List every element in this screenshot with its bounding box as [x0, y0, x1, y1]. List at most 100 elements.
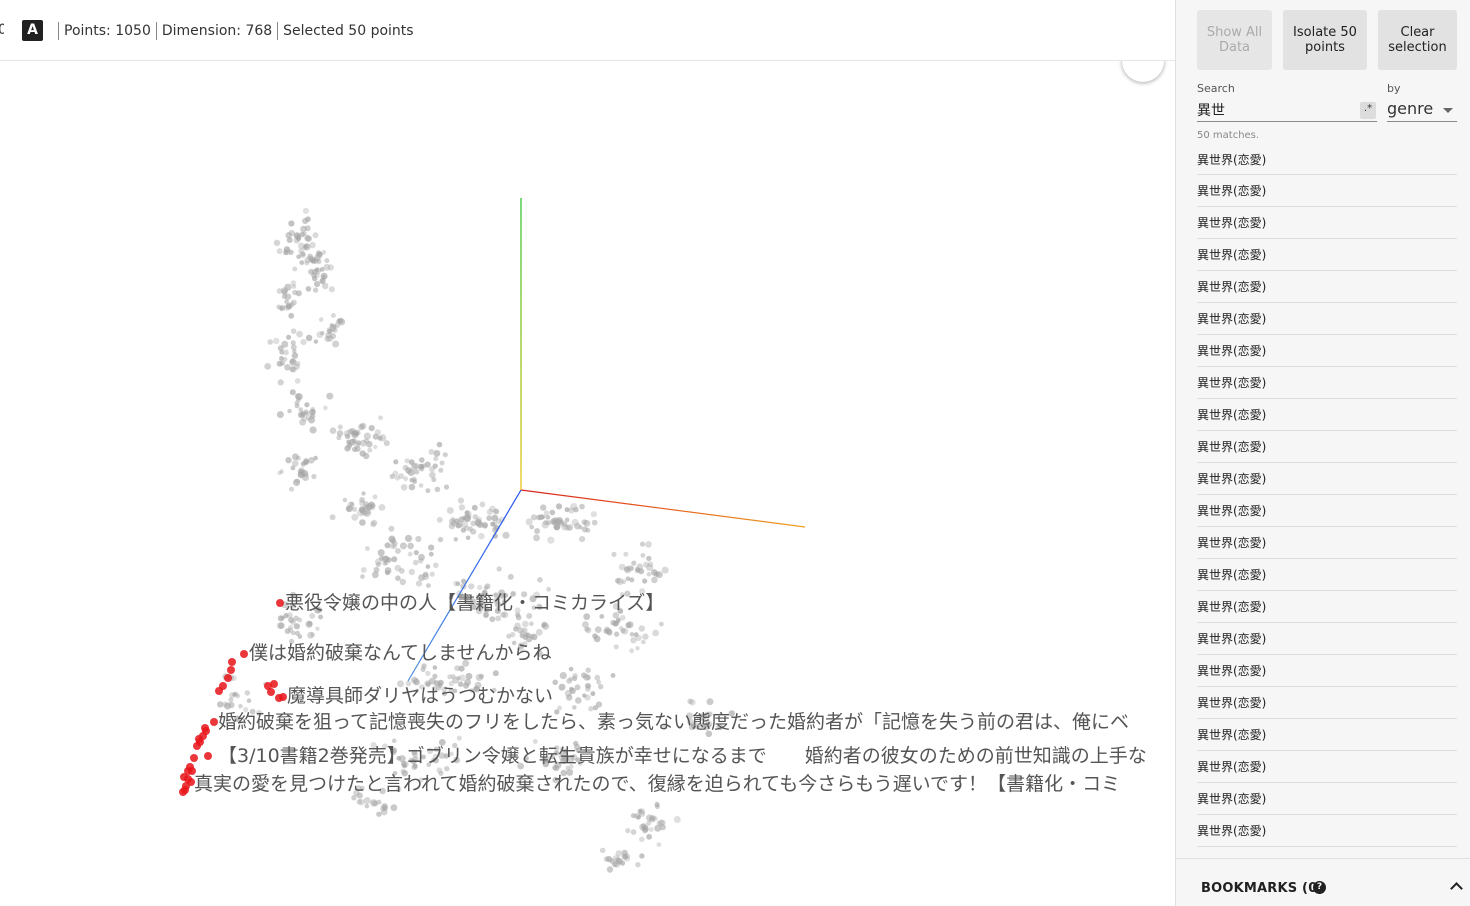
data-point[interactable] [277, 379, 284, 386]
match-list-item[interactable]: 異世界(恋愛) [1197, 623, 1457, 655]
data-point[interactable] [467, 526, 473, 532]
selected-data-point[interactable] [195, 735, 203, 743]
data-point[interactable] [438, 467, 444, 473]
data-point[interactable] [299, 260, 305, 265]
data-point[interactable] [468, 583, 475, 590]
data-point[interactable] [610, 673, 616, 678]
data-point[interactable] [295, 236, 302, 242]
data-point[interactable] [292, 266, 298, 272]
data-point[interactable] [454, 665, 460, 672]
data-point[interactable] [366, 503, 373, 511]
data-point[interactable] [284, 293, 292, 300]
data-point[interactable] [489, 505, 496, 513]
data-point[interactable] [417, 463, 425, 470]
data-point[interactable] [361, 491, 366, 496]
data-point[interactable] [390, 804, 398, 812]
data-point[interactable] [572, 705, 577, 710]
data-point[interactable] [286, 334, 292, 340]
data-point[interactable] [521, 620, 529, 628]
data-point[interactable] [656, 842, 662, 847]
data-point[interactable] [569, 686, 574, 692]
data-point[interactable] [276, 248, 283, 255]
data-point[interactable] [408, 483, 416, 491]
data-point[interactable] [324, 258, 330, 264]
data-point[interactable] [475, 673, 483, 682]
data-point[interactable] [421, 663, 427, 669]
data-point[interactable] [302, 207, 309, 214]
data-point[interactable] [613, 620, 619, 627]
data-point[interactable] [492, 670, 499, 677]
data-point[interactable] [434, 486, 441, 493]
data-point[interactable] [599, 847, 606, 854]
data-point[interactable] [273, 337, 280, 345]
data-point[interactable] [429, 571, 435, 577]
data-point[interactable] [309, 426, 317, 434]
data-point[interactable] [407, 542, 414, 550]
data-point[interactable] [639, 836, 645, 843]
data-point[interactable] [363, 438, 370, 444]
data-point[interactable] [305, 235, 312, 242]
data-point[interactable] [308, 457, 315, 464]
data-point[interactable] [281, 340, 289, 348]
data-point[interactable] [279, 469, 284, 474]
data-point[interactable] [442, 452, 448, 458]
data-point[interactable] [329, 427, 337, 435]
data-point[interactable] [460, 527, 467, 533]
data-point[interactable] [351, 506, 358, 512]
selected-data-point[interactable] [267, 688, 275, 696]
data-point[interactable] [642, 578, 648, 584]
data-point[interactable] [336, 318, 342, 324]
data-point[interactable] [326, 392, 334, 400]
data-point[interactable] [293, 478, 301, 487]
data-point[interactable] [614, 631, 620, 637]
data-point[interactable] [559, 672, 567, 680]
data-point[interactable] [276, 304, 282, 310]
data-point[interactable] [405, 467, 412, 474]
match-list-item[interactable]: 異世界(恋愛) [1197, 719, 1457, 751]
data-point[interactable] [291, 352, 299, 359]
data-point[interactable] [637, 808, 643, 814]
data-point[interactable] [377, 435, 383, 441]
data-point[interactable] [431, 477, 437, 483]
data-point[interactable] [558, 519, 565, 526]
data-point[interactable] [465, 535, 471, 541]
data-point[interactable] [584, 626, 590, 632]
data-point[interactable] [305, 414, 313, 421]
selected-data-point[interactable] [184, 775, 192, 783]
data-point[interactable] [297, 468, 304, 475]
data-point[interactable] [296, 330, 303, 338]
data-point[interactable] [428, 551, 434, 557]
data-point[interactable] [384, 542, 391, 549]
data-point[interactable] [315, 626, 320, 631]
data-point[interactable] [629, 632, 635, 637]
data-point[interactable] [374, 429, 381, 436]
data-point[interactable] [655, 804, 660, 810]
data-point[interactable] [646, 563, 654, 572]
data-point[interactable] [285, 303, 292, 310]
data-point[interactable] [458, 504, 466, 511]
bookmarks-section[interactable]: BOOKMARKS (0) ? [1176, 858, 1470, 906]
match-list-item[interactable]: 異世界(恋愛) [1197, 399, 1457, 431]
data-point[interactable] [541, 623, 546, 629]
data-point[interactable] [381, 803, 388, 810]
selected-data-point[interactable] [190, 754, 198, 762]
data-point[interactable] [382, 555, 389, 563]
data-point[interactable] [285, 457, 292, 464]
data-point[interactable] [646, 572, 652, 577]
data-point[interactable] [641, 639, 646, 645]
help-icon[interactable]: ? [1313, 881, 1326, 894]
data-point[interactable] [565, 694, 573, 701]
data-point[interactable] [629, 577, 635, 583]
data-point[interactable] [277, 615, 284, 622]
data-point[interactable] [592, 633, 598, 639]
data-point[interactable] [376, 799, 382, 805]
data-point[interactable] [294, 630, 301, 637]
data-point[interactable] [228, 697, 234, 703]
selected-data-point[interactable] [215, 687, 223, 695]
data-point[interactable] [506, 633, 512, 639]
data-point[interactable] [626, 621, 634, 629]
data-point[interactable] [584, 682, 591, 689]
data-point[interactable] [244, 690, 251, 696]
data-point[interactable] [558, 683, 566, 691]
data-point[interactable] [646, 555, 652, 562]
